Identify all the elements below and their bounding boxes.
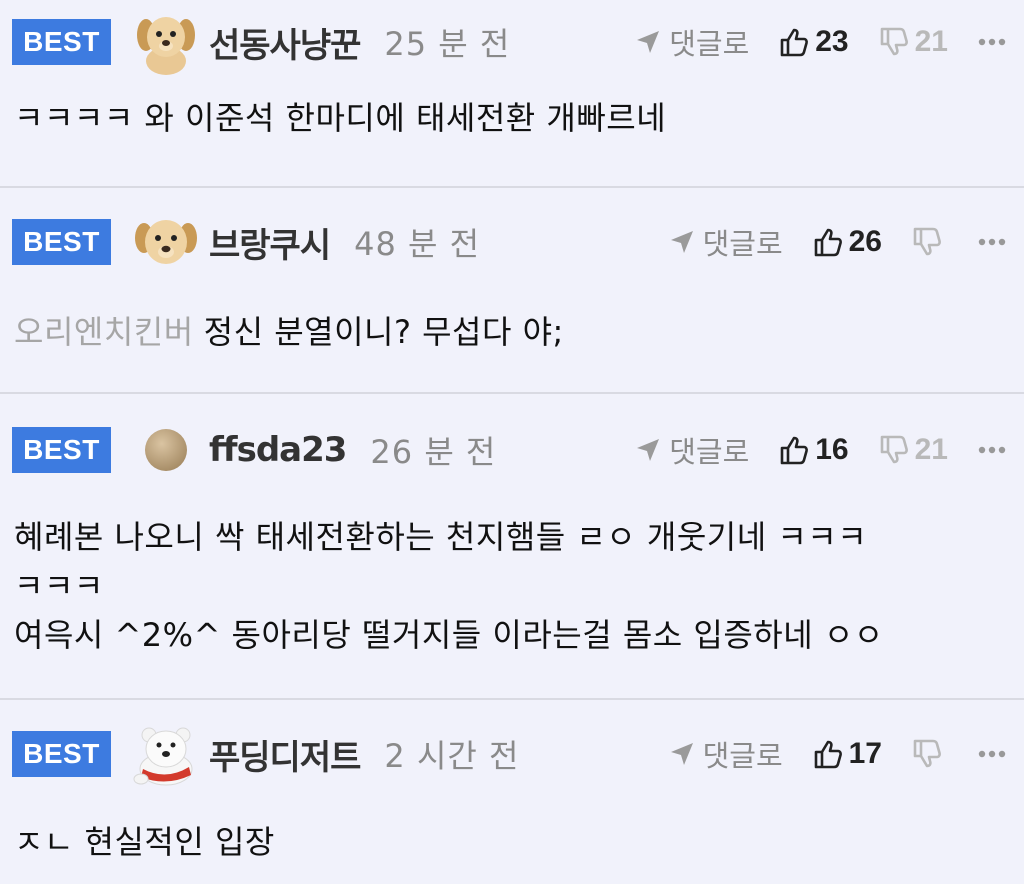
more-dots-icon xyxy=(978,38,1006,46)
user-nickname[interactable]: 선동사냥꾼 xyxy=(209,18,361,67)
comment-time: 25 분 전 xyxy=(384,25,511,63)
best-badge: BEST xyxy=(12,19,111,65)
comment-header: BEST 선동사냥꾼 25 분 전 댓글로 23 21 xyxy=(12,0,1010,84)
more-dots-icon xyxy=(978,750,1006,758)
like-count: 23 xyxy=(815,25,849,58)
reply-label: 댓글로 xyxy=(702,227,783,261)
comment-item: BEST 브랑쿠시 48 분 전 댓글로 26 오리엔치킨버 정신 분열이니? … xyxy=(0,200,1024,394)
dislike-button[interactable]: 21 xyxy=(879,433,948,467)
reply-arrow-icon xyxy=(670,231,693,253)
comment-item: BEST 선동사냥꾼 25 분 전 댓글로 23 21 ㅋㅋㅋㅋ 와 이준석 한… xyxy=(0,0,1024,188)
comment-actions: 댓글로 17 xyxy=(669,712,1010,796)
thumbs-up-icon xyxy=(780,436,809,465)
thumbs-down-icon xyxy=(880,27,908,56)
dislike-button[interactable] xyxy=(912,739,948,769)
like-button[interactable]: 26 xyxy=(813,225,882,259)
plain-circle-avatar[interactable] xyxy=(133,417,199,483)
thumbs-up-icon xyxy=(814,740,842,769)
dislike-count: 21 xyxy=(914,25,948,58)
more-options-button[interactable] xyxy=(978,238,1006,246)
user-nickname[interactable]: ffsda23 xyxy=(209,430,347,470)
user-nickname[interactable]: 푸딩디저트 xyxy=(209,730,361,779)
comment-actions: 댓글로 16 21 xyxy=(635,408,1010,492)
best-badge: BEST xyxy=(12,219,111,265)
reply-button[interactable]: 댓글로 xyxy=(635,21,749,63)
comment-line: 여윽시 ^2%^ 동아리당 떨거지들 이라는걸 몸소 입증하네 ㅇㅇ xyxy=(14,616,884,654)
like-count: 16 xyxy=(815,433,849,466)
comment-actions: 댓글로 23 21 xyxy=(635,0,1010,84)
reply-mention[interactable]: 오리엔치킨버 xyxy=(14,313,194,351)
comment-line: 오리엔치킨버 정신 분열이니? 무섭다 야; xyxy=(14,306,1010,358)
like-button[interactable]: 17 xyxy=(813,737,882,771)
comment-header: BEST 푸딩디저트 2 시간 전 댓글로 17 xyxy=(12,712,1010,796)
reply-arrow-icon xyxy=(670,743,693,765)
reply-label: 댓글로 xyxy=(669,435,750,469)
comment-item: BEST ffsda23 26 분 전 댓글로 16 21 혜례본 나오니 싹 … xyxy=(0,408,1024,700)
reply-arrow-icon xyxy=(637,31,660,53)
reply-button[interactable]: 댓글로 xyxy=(669,221,783,263)
more-options-button[interactable] xyxy=(978,38,1006,46)
comment-body: 혜례본 나오니 싹 태세전환하는 천지햄들 ㄹㅇ 개웃기네 ㅋㅋㅋ ㅋㅋㅋ 여윽… xyxy=(12,510,1010,662)
reply-button[interactable]: 댓글로 xyxy=(635,429,749,471)
dislike-count: 21 xyxy=(914,433,948,466)
reply-button[interactable]: 댓글로 xyxy=(669,733,783,775)
like-count: 17 xyxy=(848,737,882,770)
more-dots-icon xyxy=(978,446,1006,454)
best-badge: BEST xyxy=(12,427,111,473)
reply-arrow-icon xyxy=(637,439,660,461)
more-options-button[interactable] xyxy=(978,750,1006,758)
comment-text: 정신 분열이니? 무섭다 야; xyxy=(203,313,564,351)
puppy-icon[interactable] xyxy=(133,209,199,275)
comment-line: ㅈㄴ 현실적인 입장 xyxy=(14,823,275,861)
comment-time: 2 시간 전 xyxy=(384,737,520,775)
comment-time: 26 분 전 xyxy=(370,433,497,471)
comment-body: ㅋㅋㅋㅋ 와 이준석 한마디에 태세전환 개빠르네 xyxy=(12,92,1010,144)
comment-actions: 댓글로 26 xyxy=(669,200,1010,284)
reply-label: 댓글로 xyxy=(702,739,783,773)
comment-line: ㅋㅋㅋㅋ 와 이준석 한마디에 태세전환 개빠르네 xyxy=(14,99,667,137)
comment-item: BEST 푸딩디저트 2 시간 전 댓글로 17 ㅈㄴ 현실적인 입장 xyxy=(0,712,1024,884)
user-nickname[interactable]: 브랑쿠시 xyxy=(209,218,331,267)
comment-header: BEST 브랑쿠시 48 분 전 댓글로 26 xyxy=(12,200,1010,284)
comment-body: 오리엔치킨버 정신 분열이니? 무섭다 야; xyxy=(12,306,1010,358)
comment-line: 혜례본 나오니 싹 태세전환하는 천지햄들 ㄹㅇ 개웃기네 ㅋㅋㅋ xyxy=(14,518,868,556)
comment-list: BEST 선동사냥꾼 25 분 전 댓글로 23 21 ㅋㅋㅋㅋ 와 이준석 한… xyxy=(0,0,1024,884)
thumbs-down-icon xyxy=(913,227,941,256)
dislike-button[interactable]: 21 xyxy=(879,25,948,59)
best-badge: BEST xyxy=(12,731,111,777)
reply-label: 댓글로 xyxy=(669,27,750,61)
thumbs-down-icon xyxy=(913,739,941,768)
like-button[interactable]: 23 xyxy=(779,25,849,59)
like-count: 26 xyxy=(848,225,882,258)
more-options-button[interactable] xyxy=(978,446,1006,454)
comment-header: BEST ffsda23 26 분 전 댓글로 16 21 xyxy=(12,408,1010,492)
thumbs-up-icon xyxy=(814,228,842,257)
comment-body: ㅈㄴ 현실적인 입장 xyxy=(12,816,1010,868)
thumbs-up-icon xyxy=(780,28,809,57)
comment-line: ㅋㅋㅋ xyxy=(14,567,104,605)
puppy-icon[interactable] xyxy=(133,9,199,75)
dislike-button[interactable] xyxy=(912,227,948,257)
like-button[interactable]: 16 xyxy=(779,433,849,467)
polar-bear-icon[interactable] xyxy=(133,721,199,787)
thumbs-down-icon xyxy=(880,435,908,464)
more-dots-icon xyxy=(978,238,1006,246)
comment-time: 48 분 전 xyxy=(354,225,481,263)
